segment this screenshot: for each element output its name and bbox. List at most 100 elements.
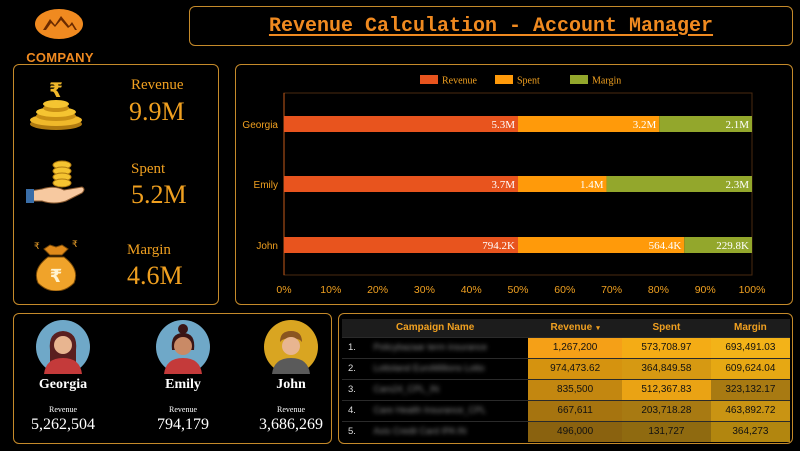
bar-data-label: 564.4K — [649, 240, 682, 252]
legend-swatch-revenue — [420, 75, 438, 84]
x-tick-label: 20% — [367, 284, 388, 296]
legend-label-revenue: Revenue — [442, 76, 478, 87]
legend-swatch-spent — [495, 75, 513, 84]
x-tick-label: 90% — [695, 284, 716, 296]
campaign-name-cell: Policybazaar term insurance — [373, 336, 529, 358]
bar-segment-revenue — [284, 176, 518, 192]
bar-data-label: 2.1M — [725, 119, 749, 131]
margin-cell: 463,892.72 — [710, 399, 790, 421]
svg-text:₹: ₹ — [49, 78, 63, 102]
y-category-label: Georgia — [242, 120, 278, 131]
table-row[interactable]: 3. Cars24_CPL_IN 835,500 512,367.83 323,132.… — [342, 378, 790, 400]
spent-cell: 364,849.58 — [621, 357, 711, 379]
logo-text: COMPANY — [26, 50, 94, 65]
bar-data-label: 794.2K — [482, 240, 515, 252]
header-campaign-name[interactable]: Campaign Name — [342, 319, 529, 337]
sort-descending-icon[interactable]: ▾ — [596, 325, 600, 332]
row-index: 4. — [342, 399, 374, 421]
person-revenue-label: Revenue — [169, 405, 197, 414]
margin-cell: 609,624.04 — [710, 357, 790, 379]
person-name: John — [276, 377, 306, 392]
avatar-male-icon — [264, 320, 318, 374]
spent-cell: 573,708.97 — [621, 336, 711, 358]
legend-swatch-margin — [570, 75, 588, 84]
stacked-bar-chart: Revenue Spent Margin 0% 10% 20% 30% 40% 50% 60% 70… — [242, 75, 766, 296]
campaign-name-cell: Cars24_CPL_IN — [373, 378, 529, 400]
revenue-cell: 1,267,200 — [528, 336, 622, 358]
header-margin[interactable]: Margin — [710, 319, 790, 337]
kpi-revenue-label: Revenue — [131, 77, 184, 93]
table-header-row: Campaign Name Revenue ▾ Spent Margin — [342, 319, 790, 337]
person-revenue-label: Revenue — [49, 405, 77, 414]
account-manager-panel: Georgia Revenue 5,262,504 Emily Revenue … — [13, 313, 332, 444]
avatar-female-icon — [36, 320, 90, 374]
x-tick-label: 70% — [601, 284, 622, 296]
header-revenue[interactable]: Revenue ▾ — [528, 319, 622, 337]
kpi-spent-label: Spent — [131, 161, 166, 177]
person-revenue-value: 5,262,504 — [31, 416, 95, 433]
bar-data-label: 3.7M — [491, 179, 515, 191]
page-title: Revenue Calculation - Account Manager — [268, 15, 714, 38]
avatar-female-bun-icon — [156, 320, 210, 374]
header-spent-label: Spent — [652, 322, 681, 334]
header-campaign-name-label: Campaign Name — [395, 322, 475, 334]
spent-cell: 131,727 — [621, 420, 711, 442]
margin-cell: 364,273 — [710, 420, 790, 442]
svg-text:₹: ₹ — [72, 240, 78, 250]
bar-data-label: 3.2M — [633, 119, 657, 131]
row-index: 5. — [342, 420, 374, 442]
x-tick-label: 0% — [276, 284, 291, 296]
campaign-name-cell: Care Health Insurance_CPL — [373, 399, 529, 421]
campaign-name-cell: Lottoland EuroMillions Lotto — [373, 357, 529, 379]
svg-text:₹: ₹ — [34, 242, 40, 252]
campaign-table: Campaign Name Revenue ▾ Spent Margin 1. Po… — [342, 319, 790, 442]
campaign-name: Lottoland EuroMillions Lotto — [373, 363, 485, 373]
person-name: Emily — [165, 377, 201, 392]
revenue-cell: 667,611 — [528, 399, 622, 421]
person-name: Georgia — [38, 377, 88, 392]
table-row[interactable]: 4. Care Health Insurance_CPL 667,611 203,71… — [342, 399, 790, 421]
spent-cell: 512,367.83 — [621, 378, 711, 400]
table-row[interactable]: 1. Policybazaar term insurance 1,267,200 57… — [342, 336, 790, 358]
person-revenue-value: 794,179 — [157, 416, 209, 433]
bar-data-label: 229.8K — [716, 240, 749, 252]
campaign-name: Cars24_CPL_IN — [373, 384, 440, 394]
campaign-name: Care Health Insurance_CPL — [373, 405, 487, 415]
x-tick-label: 30% — [414, 284, 435, 296]
row-index: 3. — [342, 378, 374, 400]
svg-text:₹: ₹ — [50, 266, 63, 287]
bar-data-label: 5.3M — [491, 119, 515, 131]
stacked-bar-chart-panel: Revenue Spent Margin 0% 10% 20% 30% 40% 50% 60% 70… — [235, 64, 793, 305]
revenue-cell: 496,000 — [528, 420, 622, 442]
logo-emblem-icon — [35, 9, 83, 39]
hand-holding-coins-icon — [26, 160, 85, 204]
header-margin-label: Margin — [734, 322, 767, 334]
rupee-money-bag-icon: ₹ ₹ ₹ — [34, 240, 78, 291]
kpi-margin-value: 4.6M — [127, 261, 183, 290]
kpi-margin-label: Margin — [127, 242, 171, 258]
x-tick-label: 10% — [320, 284, 341, 296]
x-tick-label: 40% — [461, 284, 482, 296]
campaign-name: Axis Credit Card IPA IN — [373, 426, 467, 437]
header-spent[interactable]: Spent — [621, 319, 711, 337]
x-tick-label: 100% — [739, 284, 766, 296]
campaign-name-cell: Axis Credit Card IPA IN — [373, 420, 529, 442]
revenue-cell: 835,500 — [528, 378, 622, 400]
spent-cell: 203,718.28 — [621, 399, 711, 421]
campaign-name: Policybazaar term insurance — [373, 342, 488, 352]
table-row[interactable]: 5. Axis Credit Card IPA IN 496,000 131,727 3… — [342, 420, 790, 442]
legend-label-spent: Spent — [517, 76, 540, 87]
person-revenue-label: Revenue — [277, 405, 305, 414]
campaign-table-panel: Campaign Name Revenue ▾ Spent Margin 1. Po… — [338, 313, 793, 444]
kpi-revenue-value: 9.9M — [129, 97, 185, 126]
company-logo: COMPANY — [20, 6, 100, 65]
y-category-label: Emily — [254, 180, 278, 191]
revenue-cell: 974,473.62 — [528, 357, 622, 379]
margin-cell: 693,491.03 — [710, 336, 790, 358]
x-tick-label: 60% — [554, 284, 575, 296]
table-row[interactable]: 2. Lottoland EuroMillions Lotto 974,473.62… — [342, 357, 790, 379]
kpi-panel: ₹ Revenue 9.9M Spent 5.2M ₹ ₹ ₹ Margin 4… — [13, 64, 219, 305]
legend-label-margin: Margin — [592, 76, 621, 87]
row-index: 2. — [342, 357, 374, 379]
rupee-coin-stack-icon: ₹ — [30, 78, 82, 130]
